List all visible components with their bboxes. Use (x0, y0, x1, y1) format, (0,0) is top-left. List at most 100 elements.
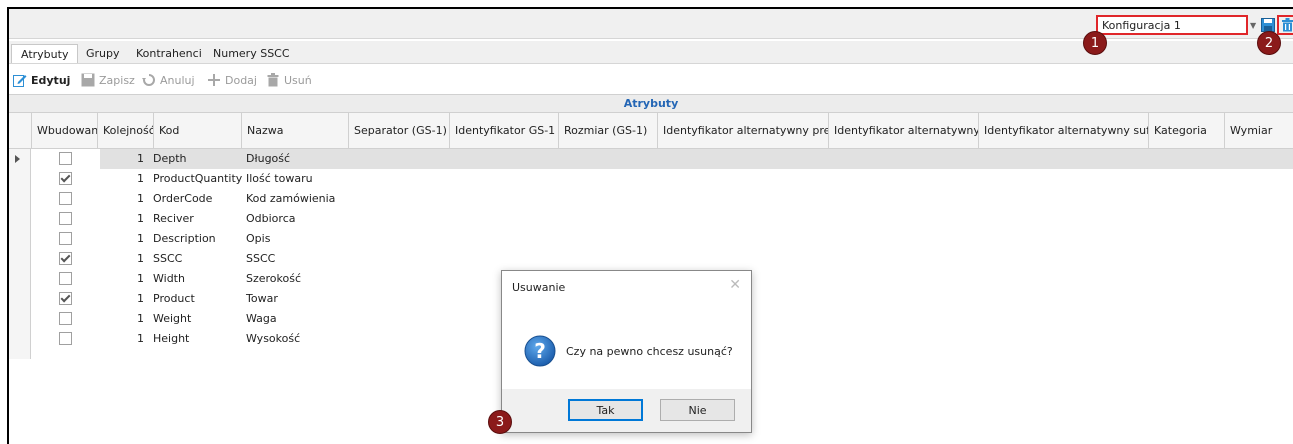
order-cell: 1 (137, 152, 144, 165)
step-badge: 3 (488, 410, 512, 434)
builtin-checkbox[interactable] (59, 252, 72, 265)
tab-grupy[interactable]: Grupy (77, 44, 129, 63)
code-cell: SSCC (153, 252, 183, 265)
delete-label: Usuń (284, 73, 312, 87)
column-header[interactable]: Kolejność (97, 113, 153, 149)
column-header[interactable]: Wymiar (1224, 113, 1293, 149)
table-row[interactable]: 1 Depth Długość (9, 149, 1293, 169)
plus-icon (208, 74, 220, 86)
trash-icon (267, 73, 279, 87)
row-indicator (9, 149, 31, 169)
builtin-checkbox[interactable] (59, 312, 72, 325)
name-cell: Waga (246, 312, 277, 325)
name-cell: Długość (246, 152, 291, 165)
yes-button[interactable]: Tak (568, 399, 643, 421)
edit-icon (13, 75, 27, 87)
undo-icon (142, 74, 155, 86)
tab-numery-sscc[interactable]: Numery SSCC (204, 44, 299, 63)
name-cell: SSCC (246, 252, 276, 265)
code-cell: Product (153, 292, 195, 305)
table-row[interactable]: 1 OrderCode Kod zamówienia (9, 189, 1293, 209)
builtin-checkbox[interactable] (59, 232, 72, 245)
config-select[interactable]: Konfiguracja 1 (1096, 15, 1248, 35)
builtin-checkbox[interactable] (59, 152, 72, 165)
add-label: Dodaj (225, 73, 257, 87)
grid-column-headers: Wbudowany Kolejność Kod Nazwa Separator … (9, 113, 1293, 149)
order-cell: 1 (137, 332, 144, 345)
chevron-down-icon[interactable]: ▼ (1250, 21, 1256, 30)
question-icon: ? (524, 335, 556, 367)
code-cell: ProductQuantity (153, 172, 243, 185)
checkmark-icon (60, 172, 71, 183)
order-cell: 1 (137, 252, 144, 265)
column-header[interactable]: Kod (153, 113, 241, 149)
name-cell: Towar (246, 292, 278, 305)
current-row-icon (15, 155, 20, 163)
row-indicator-header (9, 113, 31, 149)
name-cell: Ilość towaru (246, 172, 313, 185)
edit-button[interactable]: Edytuj (13, 71, 70, 89)
no-button[interactable]: Nie (660, 399, 735, 421)
builtin-checkbox[interactable] (59, 272, 72, 285)
save-button[interactable]: Zapisz (81, 71, 135, 89)
app-window: Konfiguracja 1 ▼ Atrybuty Grupy Kontrahe… (7, 7, 1293, 444)
cancel-button[interactable]: Anuluj (142, 71, 195, 89)
name-cell: Opis (246, 232, 271, 245)
table-row[interactable]: 1 SSCC SSCC (9, 249, 1293, 269)
step-badge: 1 (1083, 31, 1107, 55)
builtin-checkbox[interactable] (59, 192, 72, 205)
code-cell: OrderCode (153, 192, 213, 205)
code-cell: Description (153, 232, 216, 245)
name-cell: Szerokość (246, 272, 302, 285)
code-cell: Weight (153, 312, 192, 325)
tab-atrybuty[interactable]: Atrybuty (11, 44, 79, 63)
column-header[interactable]: Identyfikator alternatywny prefix (657, 113, 828, 149)
tab-kontrahenci[interactable]: Kontrahenci (127, 44, 211, 63)
name-cell: Odbiorca (246, 212, 296, 225)
column-header[interactable]: Nazwa (241, 113, 348, 149)
column-header[interactable]: Identyfikator alternatywny suffix (978, 113, 1148, 149)
add-button[interactable]: Dodaj (207, 71, 257, 89)
delete-button[interactable]: Usuń (266, 71, 312, 89)
builtin-checkbox[interactable] (59, 332, 72, 345)
save-icon (81, 73, 95, 87)
code-cell: Height (153, 332, 190, 345)
dialog-body: ? Czy na pewno chcesz usunąć? (502, 305, 751, 389)
order-cell: 1 (137, 192, 144, 205)
checkmark-icon (60, 252, 71, 263)
delete-config-button[interactable] (1277, 15, 1293, 35)
column-header[interactable]: Separator (GS-1) (348, 113, 449, 149)
builtin-checkbox[interactable] (59, 212, 72, 225)
table-row[interactable]: 1 Reciver Odbiorca (9, 209, 1293, 229)
name-cell: Kod zamówienia (246, 192, 336, 205)
column-header[interactable]: Rozmiar (GS-1) (558, 113, 657, 149)
checkmark-icon (60, 292, 71, 303)
column-header[interactable]: Wbudowany (31, 113, 97, 149)
cancel-label: Anuluj (160, 73, 195, 87)
svg-text:?: ? (534, 339, 546, 363)
builtin-checkbox[interactable] (59, 292, 72, 305)
order-cell: 1 (137, 312, 144, 325)
column-header[interactable]: Kategoria (1148, 113, 1224, 149)
trash-icon (1281, 18, 1293, 32)
code-cell: Width (153, 272, 185, 285)
column-header[interactable]: Identyfikator alternatywny (828, 113, 978, 149)
name-cell: Wysokość (246, 332, 301, 345)
order-cell: 1 (137, 212, 144, 225)
floppy-icon (1261, 18, 1275, 32)
toolbar: Edytuj Zapisz Anuluj Dodaj Usuń (9, 63, 1293, 94)
table-row[interactable]: 1 ProductQuantity Ilość towaru (9, 169, 1293, 189)
order-cell: 1 (137, 272, 144, 285)
confirm-dialog: Usuwanie ✕ ? Czy na pewno chcesz usunąć?… (501, 270, 752, 433)
close-icon[interactable]: ✕ (729, 277, 741, 293)
table-row[interactable]: 1 Description Opis (9, 229, 1293, 249)
dialog-title: Usuwanie (512, 281, 566, 294)
step-badge: 2 (1257, 31, 1281, 55)
order-cell: 1 (137, 232, 144, 245)
builtin-checkbox[interactable] (59, 172, 72, 185)
dialog-message: Czy na pewno chcesz usunąć? (566, 345, 733, 358)
column-header[interactable]: Identyfikator GS-1 (449, 113, 558, 149)
code-cell: Depth (153, 152, 187, 165)
order-cell: 1 (137, 172, 144, 185)
save-label: Zapisz (99, 73, 135, 87)
